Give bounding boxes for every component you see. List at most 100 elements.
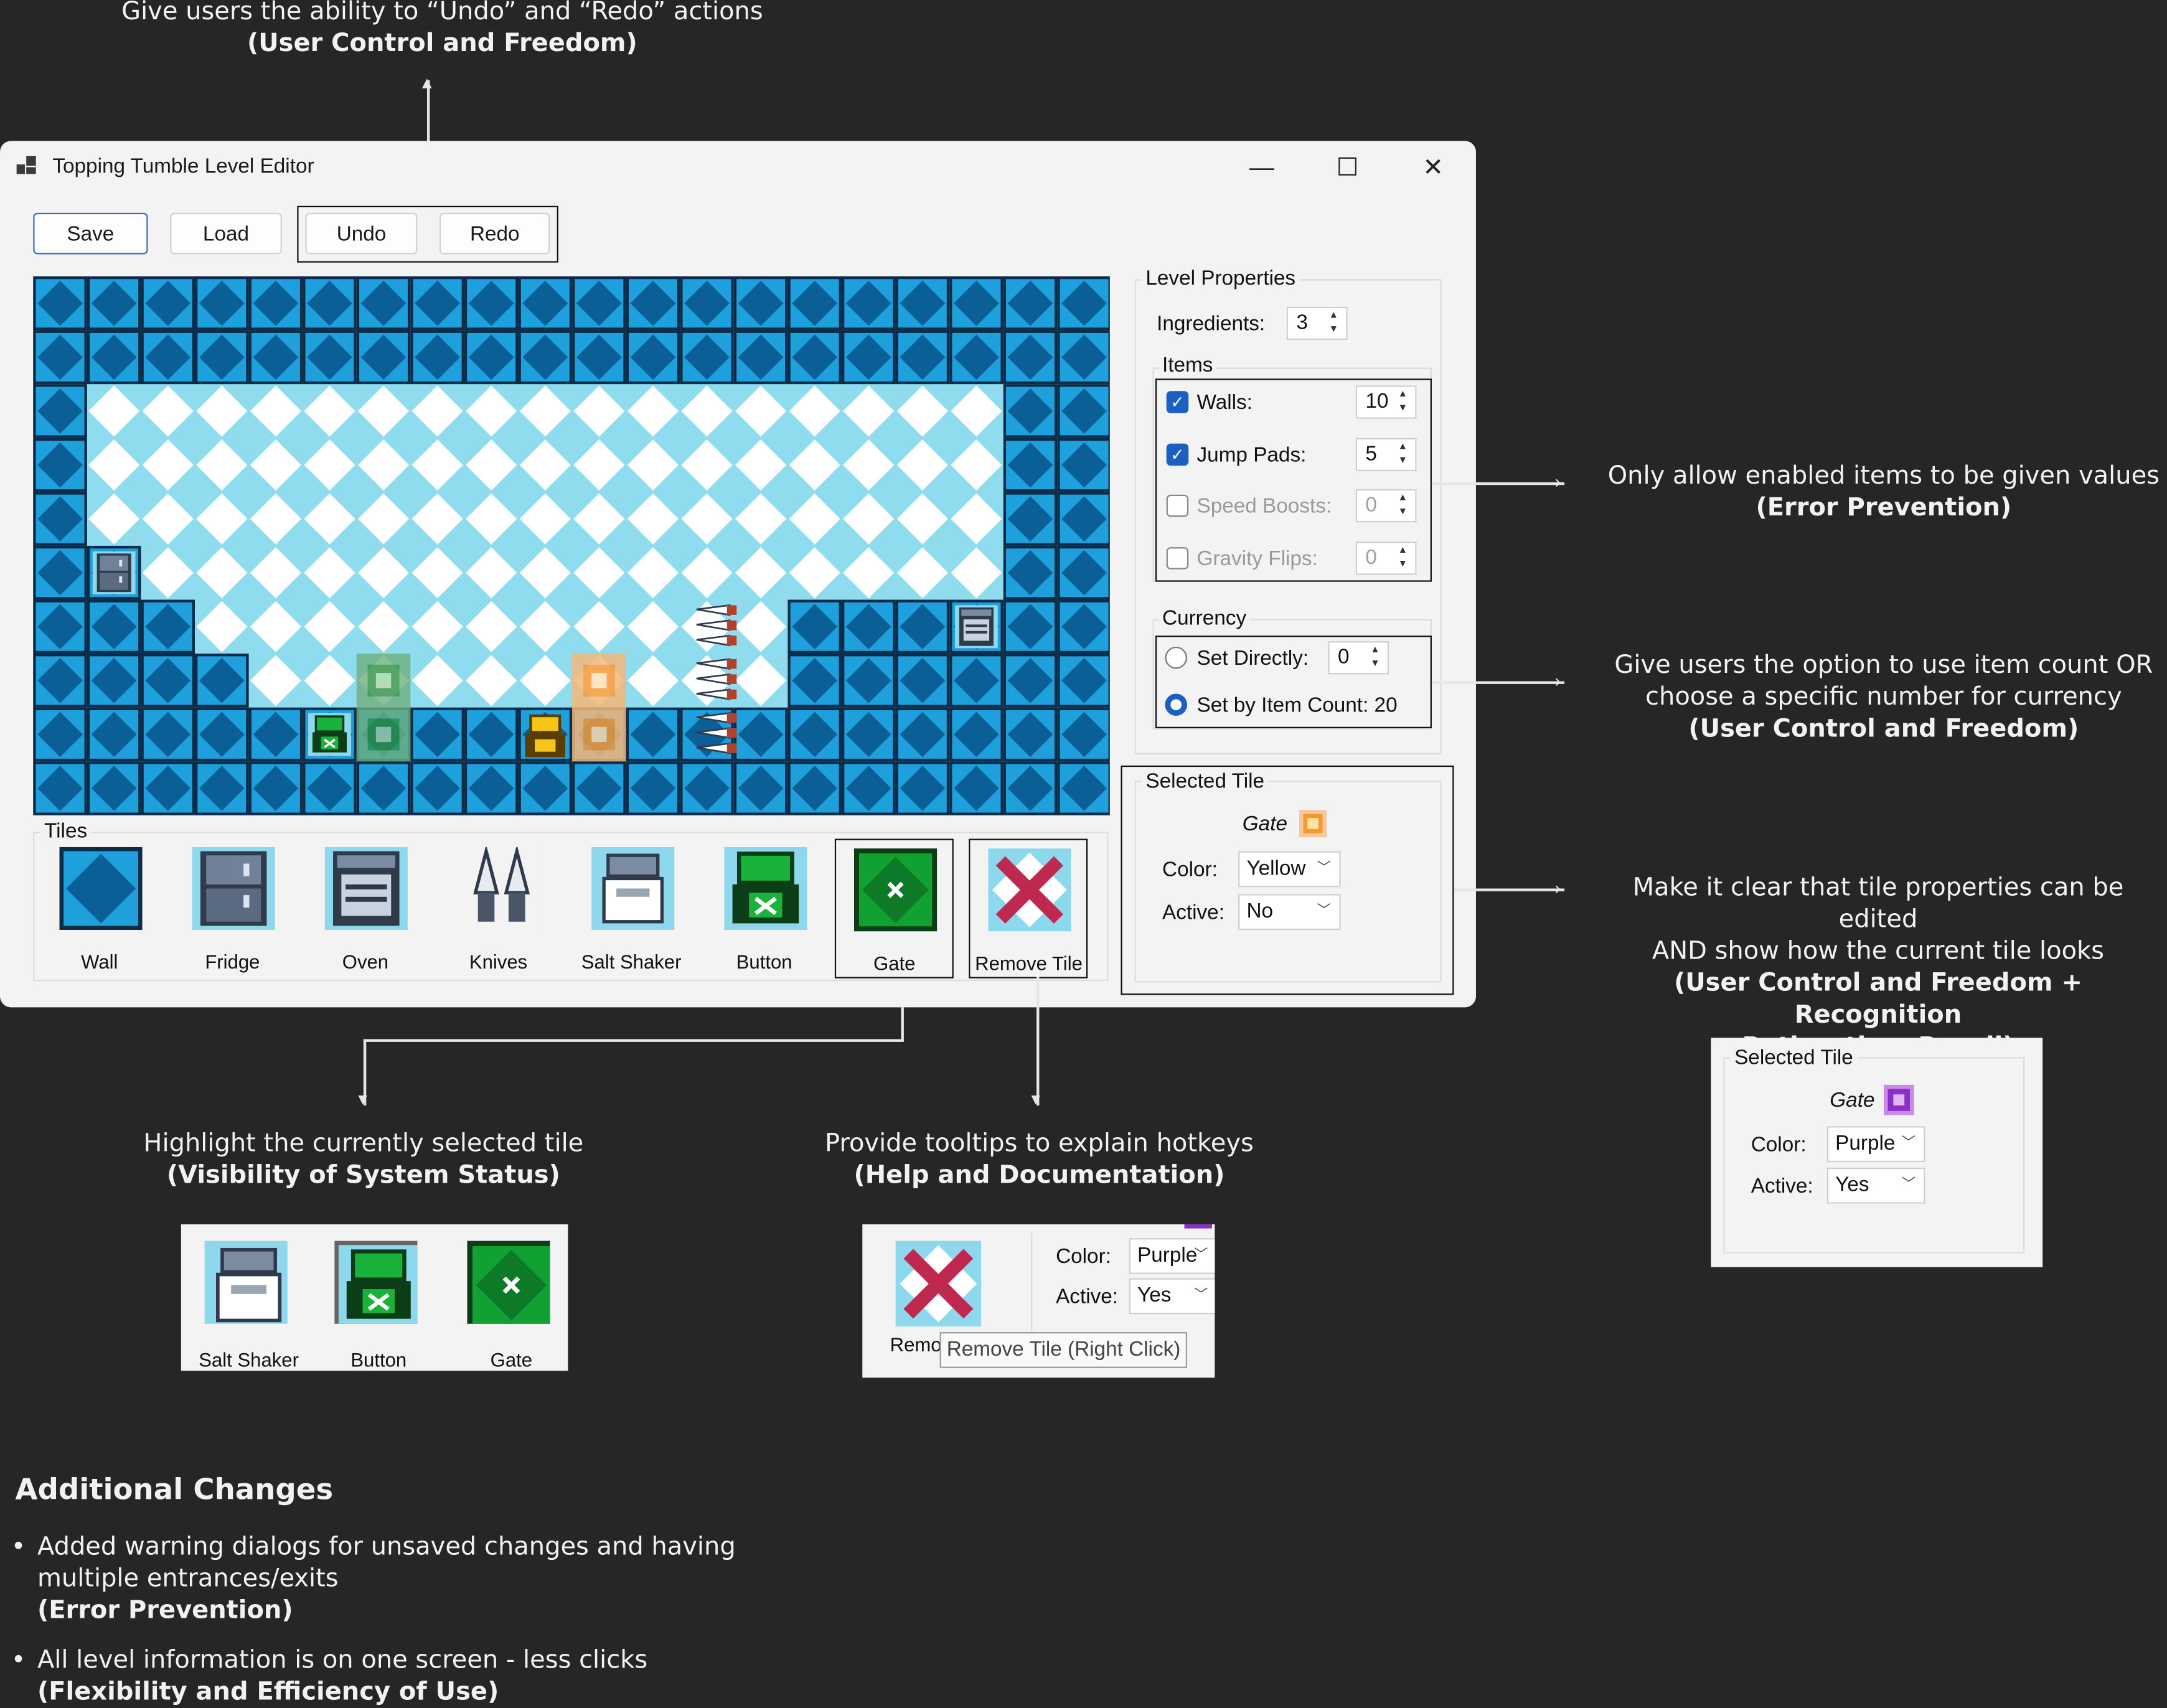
wall-tile[interactable] — [895, 276, 950, 331]
wall-tile[interactable] — [949, 276, 1004, 331]
wall-tile[interactable] — [518, 276, 573, 331]
item-checkbox[interactable] — [1166, 494, 1189, 517]
wall-tile[interactable] — [195, 276, 249, 331]
wall-tile[interactable] — [787, 330, 842, 385]
wall-tile[interactable] — [195, 654, 249, 708]
redo-button[interactable]: Redo — [439, 212, 550, 255]
wall-tile[interactable] — [410, 330, 464, 385]
wall-tile[interactable] — [895, 599, 950, 654]
wall-tile[interactable] — [141, 276, 195, 331]
wall-tile[interactable] — [464, 761, 519, 815]
wall-tile[interactable] — [1057, 384, 1110, 438]
wall-tile[interactable] — [141, 654, 195, 708]
wall-tile[interactable] — [949, 330, 1004, 385]
wall-tile[interactable] — [303, 330, 357, 385]
save-button[interactable]: Save — [33, 212, 148, 255]
wall-tile[interactable] — [87, 276, 141, 331]
wall-tile[interactable] — [1057, 545, 1110, 600]
wall-tile[interactable] — [1003, 654, 1058, 708]
tile-gate[interactable]: Gate — [835, 838, 954, 978]
wall-tile[interactable] — [33, 384, 87, 438]
example-color-dropdown[interactable]: Purple ﹀ — [1826, 1126, 1925, 1163]
wall-tile[interactable] — [1057, 654, 1110, 708]
example-active-dropdown[interactable]: Yes ﹀ — [1826, 1167, 1925, 1204]
wall-tile[interactable] — [841, 276, 896, 331]
wall-tile[interactable] — [895, 654, 950, 708]
example-tile-salt-shaker[interactable]: Salt Shaker — [189, 1232, 308, 1371]
wall-tile[interactable] — [1057, 707, 1110, 762]
wall-tile[interactable] — [680, 276, 734, 331]
wall-tile[interactable] — [33, 276, 87, 331]
wall-tile[interactable] — [356, 761, 411, 815]
wall-tile[interactable] — [141, 761, 195, 815]
wall-tile[interactable] — [572, 330, 626, 385]
wall-tile[interactable] — [464, 276, 519, 331]
wall-tile[interactable] — [356, 276, 411, 331]
wall-tile[interactable] — [1057, 492, 1110, 546]
color-dropdown[interactable]: Yellow ﹀ — [1238, 851, 1341, 888]
item-spinner[interactable]: 10 ▲ ▼ — [1355, 385, 1417, 419]
wall-tile[interactable] — [141, 599, 195, 654]
load-button[interactable]: Load — [170, 212, 282, 255]
wall-tile[interactable] — [33, 654, 87, 708]
spin-up-icon[interactable]: ▲ — [1394, 388, 1411, 402]
wall-tile[interactable] — [464, 330, 519, 385]
wall-tile[interactable] — [248, 330, 303, 385]
tile-knives[interactable]: Knives — [440, 839, 556, 975]
wall-tile[interactable] — [895, 707, 950, 762]
wall-tile[interactable] — [1057, 599, 1110, 654]
wall-tile[interactable] — [518, 330, 573, 385]
wall-tile[interactable] — [1003, 330, 1058, 385]
tile-salt-shaker[interactable]: Salt Shaker — [573, 839, 689, 975]
wall-tile[interactable] — [895, 761, 950, 815]
wall-tile[interactable] — [33, 330, 87, 385]
wall-tile[interactable] — [33, 599, 87, 654]
wall-tile[interactable] — [626, 761, 680, 815]
item-spinner[interactable]: 5 ▲ ▼ — [1355, 437, 1417, 471]
wall-tile[interactable] — [1003, 761, 1058, 815]
item-checkbox[interactable]: ✓ — [1166, 391, 1189, 413]
wall-tile[interactable] — [1057, 438, 1110, 492]
tile-oven[interactable]: Oven — [308, 839, 423, 975]
button-tile[interactable] — [308, 713, 351, 756]
wall-tile[interactable] — [841, 654, 896, 708]
item-checkbox[interactable] — [1166, 547, 1189, 569]
tile-button[interactable]: Button — [706, 839, 822, 975]
spin-up-icon[interactable]: ▲ — [1394, 440, 1411, 454]
wall-tile[interactable] — [680, 330, 734, 385]
wall-tile[interactable] — [787, 761, 842, 815]
spin-up-icon[interactable]: ▲ — [1325, 309, 1342, 323]
gate-tile[interactable] — [572, 707, 626, 762]
spin-down-icon[interactable]: ▼ — [1325, 323, 1342, 337]
wall-tile[interactable] — [87, 707, 141, 762]
wall-tile[interactable] — [572, 276, 626, 331]
wall-tile[interactable] — [33, 438, 87, 492]
wall-tile[interactable] — [841, 761, 896, 815]
wall-tile[interactable] — [518, 761, 573, 815]
wall-tile[interactable] — [410, 707, 464, 762]
wall-tile[interactable] — [141, 707, 195, 762]
wall-tile[interactable] — [410, 761, 464, 815]
gate-tile[interactable] — [572, 654, 626, 708]
wall-tile[interactable] — [1057, 761, 1110, 815]
gate-tile[interactable] — [356, 707, 411, 762]
wall-tile[interactable] — [787, 707, 842, 762]
wall-tile[interactable] — [1003, 384, 1058, 438]
wall-tile[interactable] — [1003, 492, 1058, 546]
fridge-tile[interactable] — [92, 551, 136, 594]
wall-tile[interactable] — [87, 330, 141, 385]
tile-remove-tile[interactable]: Remove Tile — [969, 838, 1089, 978]
wall-tile[interactable] — [410, 276, 464, 331]
tile-wall[interactable]: Wall — [42, 839, 157, 975]
spin-down-icon[interactable]: ▼ — [1367, 658, 1384, 672]
wall-tile[interactable] — [33, 545, 87, 600]
wall-tile[interactable] — [1057, 276, 1110, 331]
maximize-button[interactable]: ☐ — [1315, 146, 1379, 188]
wall-tile[interactable] — [195, 761, 249, 815]
wall-tile[interactable] — [141, 330, 195, 385]
oven-tile[interactable] — [955, 605, 998, 649]
ingredients-spinner[interactable]: 3 ▲ ▼ — [1286, 306, 1348, 340]
wall-tile[interactable] — [33, 761, 87, 815]
wall-tile[interactable] — [949, 761, 1004, 815]
wall-tile[interactable] — [626, 276, 680, 331]
